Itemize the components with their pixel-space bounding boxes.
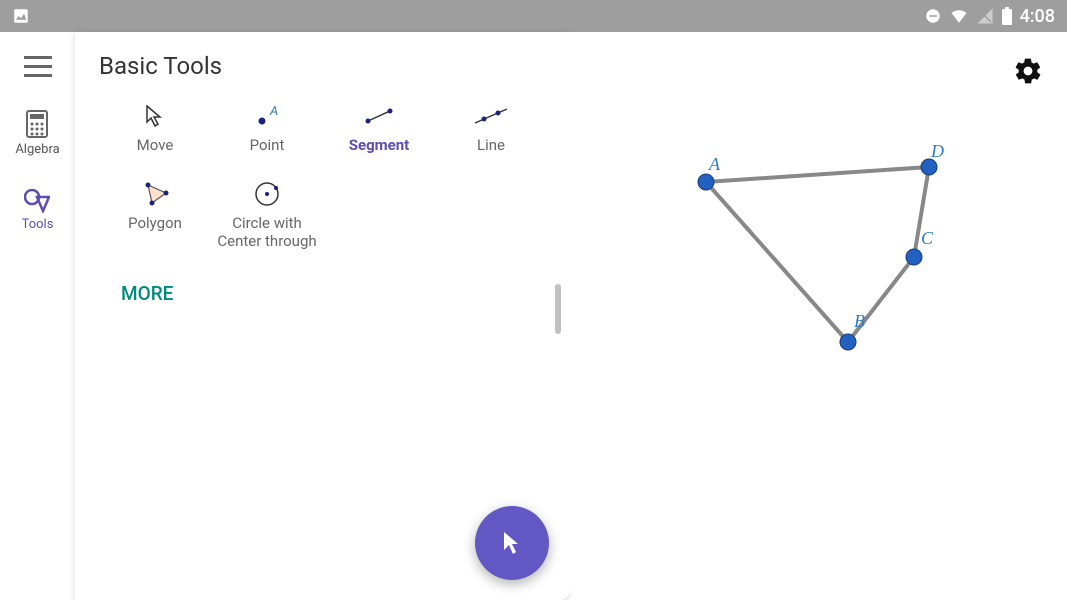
tool-label: Line [477, 136, 505, 154]
hamburger-icon [24, 56, 52, 78]
calculator-icon [26, 110, 48, 138]
tool-point[interactable]: A Point [211, 92, 323, 162]
tool-segment[interactable]: Segment [323, 92, 435, 162]
sidebar-item-algebra[interactable]: Algebra [15, 110, 59, 157]
sidebar-item-label: Tools [22, 217, 54, 232]
point-icon: A [252, 105, 282, 127]
status-left [12, 7, 30, 25]
tool-circle[interactable]: Circle with Center through [211, 170, 323, 258]
circle-icon [253, 180, 281, 208]
status-bar: 4:08 [0, 0, 1067, 32]
wifi-icon [950, 7, 968, 25]
canvas-area[interactable]: A D C B [571, 32, 1067, 600]
svg-text:A: A [269, 105, 278, 119]
dnd-icon [924, 7, 942, 25]
sidebar: Algebra Tools [0, 32, 75, 600]
tool-label: Move [137, 136, 174, 154]
menu-button[interactable] [24, 56, 52, 78]
scrollbar[interactable] [555, 284, 561, 334]
tool-line[interactable]: Line [435, 92, 547, 162]
battery-icon [1002, 7, 1012, 25]
point-label-d: D [930, 141, 944, 161]
status-right: 4:08 [924, 6, 1055, 27]
tool-polygon[interactable]: Polygon [99, 170, 211, 258]
panel-title: Basic Tools [99, 52, 547, 80]
tools-icon [24, 189, 50, 213]
graph-svg: A D C B [571, 32, 1067, 600]
cursor-white-icon [502, 530, 522, 556]
tools-grid: Move A Point Segment Line Polygon Circle… [99, 92, 547, 258]
tool-label: Point [250, 136, 285, 154]
line-icon [474, 107, 508, 125]
tool-label: Polygon [128, 214, 182, 232]
sidebar-item-tools[interactable]: Tools [22, 189, 54, 232]
polygon-icon [140, 181, 170, 207]
fab-button[interactable] [475, 506, 549, 580]
image-icon [12, 7, 30, 25]
cursor-icon [146, 105, 164, 127]
tool-move[interactable]: Move [99, 92, 211, 162]
tool-label: Segment [349, 136, 409, 154]
signal-icon [976, 7, 994, 25]
point-label-b: B [854, 311, 865, 331]
tool-label: Circle with Center through [215, 214, 319, 250]
tools-panel: Basic Tools Move A Point Segment Line Po… [75, 32, 571, 600]
point-label-c: C [921, 228, 934, 248]
clock: 4:08 [1020, 6, 1055, 27]
segment-icon [364, 107, 394, 125]
sidebar-item-label: Algebra [15, 142, 59, 157]
point-label-a: A [708, 154, 721, 174]
more-button[interactable]: MORE [99, 282, 547, 305]
